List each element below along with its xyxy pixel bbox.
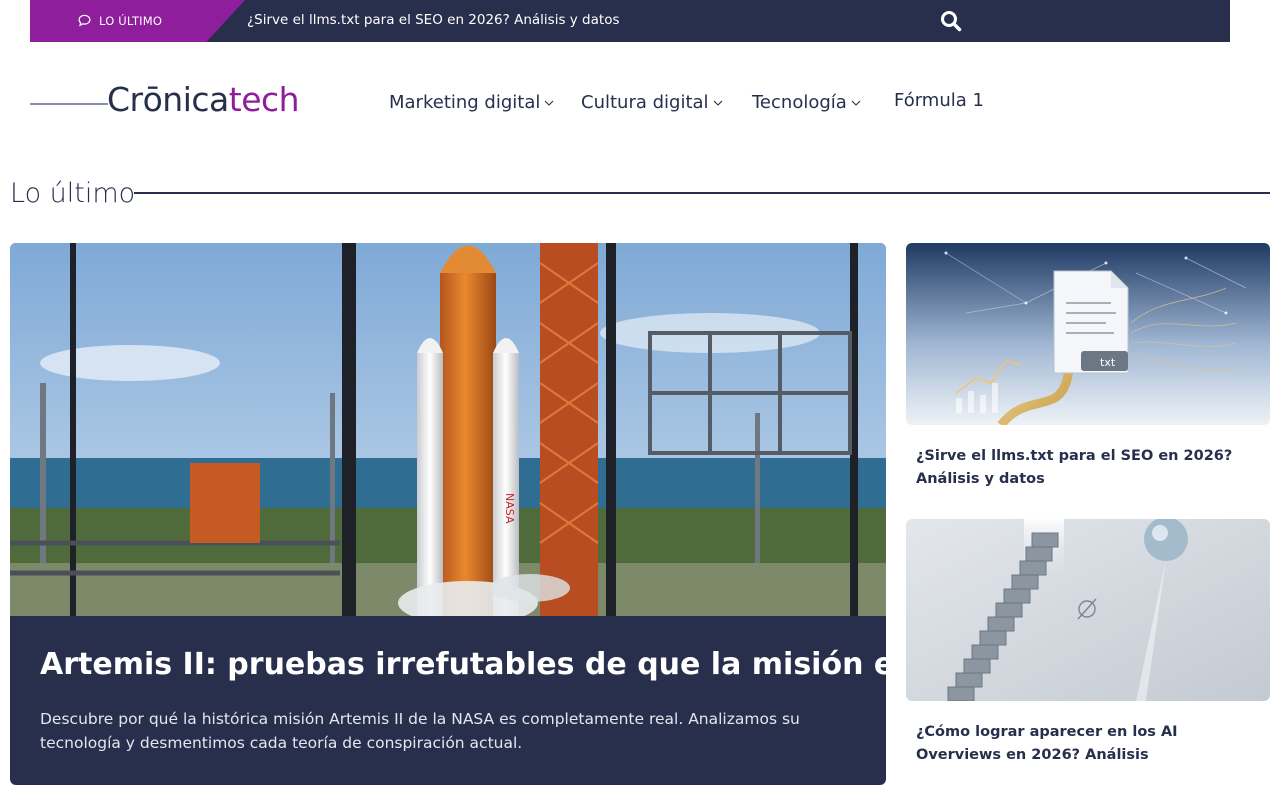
rocket-nasa-logo: NASA — [503, 493, 516, 524]
featured-article-title: Artemis II: pruebas irrefutables de que … — [40, 647, 886, 682]
side-article-title: ¿Cómo lograr aparecer en los AI Overview… — [916, 724, 1178, 763]
llms-txt-file-illustration: txt — [906, 243, 1270, 425]
site-logo[interactable]: Crōnicatech — [30, 80, 330, 124]
staircase-light-illustration — [906, 519, 1270, 701]
logo-wordmark-part2: tech — [228, 80, 300, 119]
logo-wordmark-part1: Crōnica — [107, 80, 229, 119]
nav-item-label: Marketing digital — [389, 92, 541, 113]
file-extension-label: txt — [1100, 356, 1116, 369]
top-ticker-bar: LO ÚLTIMO ¿Sirve el llms.txt para el SEO… — [30, 0, 1230, 42]
side-article-image: txt — [906, 243, 1270, 425]
nav-item-cultura-digital[interactable]: Cultura digital — [581, 92, 723, 116]
logo-line — [30, 103, 108, 105]
chevron-down-icon — [713, 100, 722, 106]
side-article-title: ¿Sirve el llms.txt para el SEO en 2026? … — [916, 448, 1233, 487]
ticker-label: LO ÚLTIMO — [99, 14, 163, 28]
side-article-card[interactable]: txt ¿Sirve el llms.txt para el SEO en 20… — [906, 243, 1270, 503]
featured-article-image: NASA — [10, 243, 886, 616]
side-article-image — [906, 519, 1270, 701]
chat-bubble-icon — [78, 14, 91, 27]
section-divider — [134, 192, 1270, 194]
nav-item-tecnologia[interactable]: Tecnología — [752, 92, 861, 116]
nav-item-formula-1[interactable]: Fórmula 1 — [894, 90, 984, 114]
featured-article-card[interactable]: NASA Artemis II: pruebas irrefutables de… — [10, 243, 886, 785]
ticker-headline-link[interactable]: ¿Sirve el llms.txt para el SEO en 2026? … — [247, 12, 619, 28]
nav-item-marketing-digital[interactable]: Marketing digital — [389, 92, 554, 116]
chevron-down-icon — [544, 100, 554, 106]
side-article-card[interactable]: ¿Cómo lograr aparecer en los AI Overview… — [906, 519, 1270, 779]
search-icon[interactable] — [939, 9, 963, 33]
nav-item-label: Fórmula 1 — [894, 90, 984, 111]
ticker-label-badge: LO ÚLTIMO — [30, 0, 245, 42]
nav-item-label: Cultura digital — [581, 92, 709, 113]
logo-wordmark: Crōnicatech — [107, 80, 300, 119]
featured-article-description: Descubre por qué la histórica misión Art… — [40, 710, 800, 752]
nav-item-label: Tecnología — [752, 92, 847, 113]
chevron-down-icon — [851, 100, 861, 106]
section-title: Lo último — [10, 178, 136, 209]
rocket-launchpad-illustration: NASA — [10, 243, 886, 616]
